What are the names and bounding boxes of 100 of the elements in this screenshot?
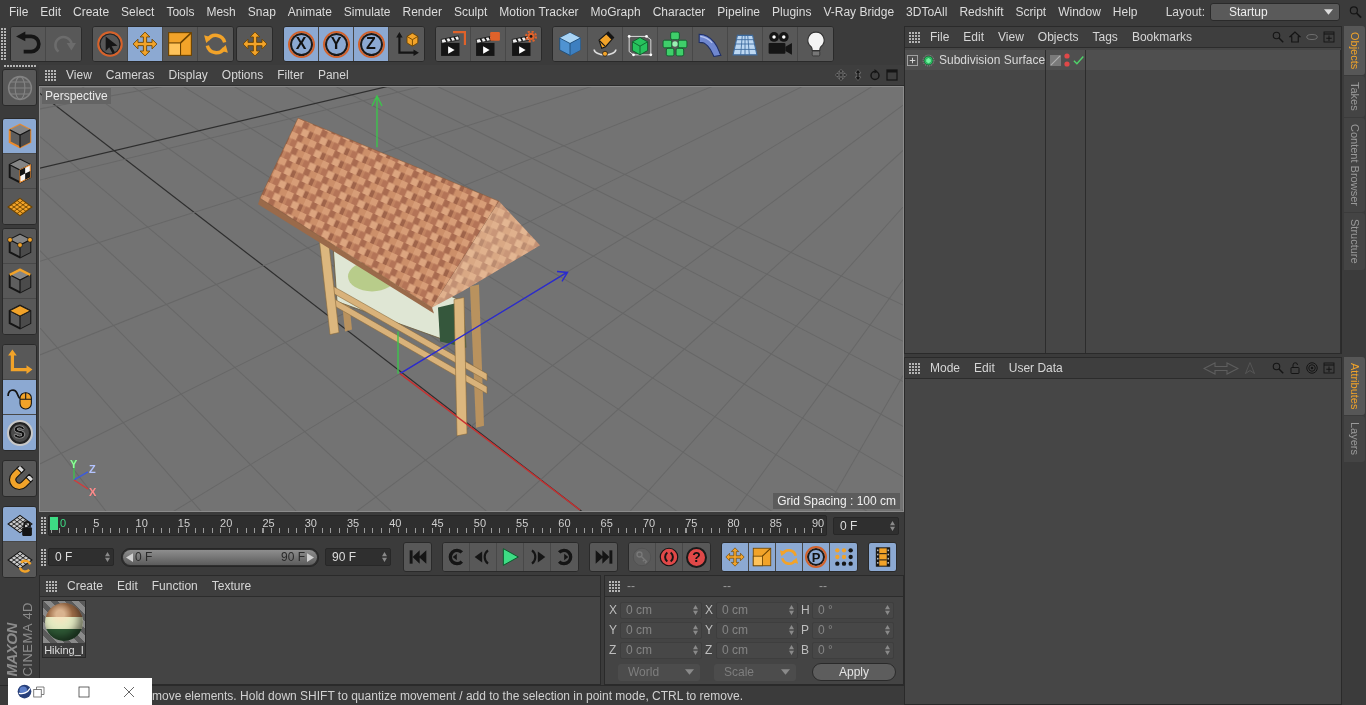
dot-grid-button[interactable] <box>830 543 857 571</box>
points-mode-button[interactable] <box>3 229 36 264</box>
menu-item[interactable]: 3DToAll <box>900 3 954 20</box>
app-sphere-icon[interactable] <box>17 684 32 699</box>
menu-item[interactable]: V-Ray Bridge <box>817 3 901 20</box>
menu-item[interactable]: Mesh <box>200 3 242 20</box>
menu-item[interactable]: Render <box>396 3 448 20</box>
menu-item[interactable]: Filter <box>270 68 311 82</box>
apply-button[interactable]: Apply <box>812 663 896 681</box>
select-button[interactable] <box>93 27 128 61</box>
object-row[interactable]: Subdivision Surface <box>905 50 1341 70</box>
tweak-mode-button[interactable] <box>3 380 36 415</box>
menu-item[interactable]: Motion Tracker <box>493 3 585 20</box>
menu-item[interactable]: Animate <box>281 3 338 20</box>
letter-circle-button[interactable]: Z <box>354 27 389 61</box>
spinner-arrows-icon[interactable] <box>890 520 895 531</box>
previous-key-button[interactable] <box>443 543 470 571</box>
menu-item[interactable]: Redshift <box>953 3 1010 20</box>
pan-icon[interactable] <box>835 69 847 81</box>
menu-item[interactable]: Mode <box>923 361 968 375</box>
menu-item[interactable]: Bookmarks <box>1124 30 1199 44</box>
close-icon[interactable] <box>123 685 135 698</box>
menu-item[interactable]: Edit <box>34 3 68 20</box>
spinner-arrows-icon[interactable] <box>105 552 110 562</box>
menu-item[interactable]: Edit <box>110 579 145 593</box>
menu-item[interactable]: Select <box>115 3 161 20</box>
letter-circle-button[interactable]: P <box>803 543 830 571</box>
playhead-marker[interactable] <box>50 517 58 530</box>
grip-icon[interactable] <box>3 65 36 69</box>
menu-item[interactable]: MoGraph <box>584 3 647 20</box>
side-tab[interactable]: Takes <box>1344 76 1365 118</box>
maximize-icon[interactable] <box>78 685 90 698</box>
scale-button[interactable] <box>749 543 776 571</box>
menu-item[interactable]: Plugins <box>766 3 818 20</box>
menu-item[interactable]: View <box>991 30 1031 44</box>
current-frame-field[interactable]: 0 F <box>833 516 899 535</box>
question-button[interactable]: ? <box>683 543 710 571</box>
grip-icon[interactable] <box>45 69 56 81</box>
menu-item[interactable]: Sculpt <box>447 3 494 20</box>
letter-circle-button[interactable]: Y <box>319 27 354 61</box>
slash-square-icon[interactable] <box>1050 54 1061 66</box>
menu-item[interactable]: View <box>59 68 99 82</box>
check-icon[interactable] <box>1073 54 1084 66</box>
menu-item[interactable]: Display <box>161 68 215 82</box>
grip-icon[interactable] <box>41 548 46 566</box>
menu-item[interactable]: Options <box>214 68 271 82</box>
timeline-ruler[interactable]: 0 5 10 15 20 25 30 35 40 45 50 55 60 65 70 75 80 85 90 <box>48 515 827 536</box>
grip-icon[interactable] <box>46 580 57 592</box>
menu-item[interactable]: Create <box>67 3 116 20</box>
menu-item[interactable]: Script <box>1009 3 1053 20</box>
go-to-start-button[interactable] <box>404 543 431 571</box>
side-tab[interactable]: Layers <box>1344 416 1365 462</box>
grip-icon[interactable] <box>609 580 620 592</box>
menu-item[interactable]: Edit <box>967 361 1002 375</box>
side-tab[interactable]: Content Browser <box>1344 118 1365 212</box>
side-tab[interactable]: Objects <box>1344 26 1365 76</box>
axis-mode-button[interactable] <box>3 345 36 380</box>
menu-item[interactable]: Character <box>646 3 712 20</box>
menu-item[interactable]: Objects <box>1030 30 1086 44</box>
menu-item[interactable]: File <box>3 3 35 20</box>
rotate-button[interactable] <box>776 543 803 571</box>
grip-icon[interactable] <box>41 517 46 534</box>
menu-item[interactable]: Help <box>1106 3 1144 20</box>
menu-item[interactable]: User Data <box>1001 361 1070 375</box>
menu-item[interactable]: Simulate <box>337 3 397 20</box>
side-tab[interactable]: Structure <box>1344 213 1365 270</box>
menu-item[interactable]: Tools <box>160 3 201 20</box>
menu-item[interactable]: Create <box>60 579 111 593</box>
render-view-button[interactable] <box>436 27 471 61</box>
triangle-left-icon[interactable] <box>126 552 133 562</box>
letter-circle-button[interactable]: X <box>284 27 319 61</box>
menu-item[interactable]: Panel <box>310 68 356 82</box>
go-to-end-button[interactable] <box>590 543 617 571</box>
move-button[interactable] <box>237 27 272 61</box>
move-button[interactable] <box>722 543 749 571</box>
spinner-arrows-icon[interactable] <box>382 552 387 562</box>
triangle-right-icon[interactable] <box>307 552 314 562</box>
menu-item[interactable]: Texture <box>204 579 259 593</box>
expand-plus-icon[interactable] <box>907 54 918 66</box>
grip-icon[interactable] <box>909 31 920 43</box>
menu-item[interactable]: Tags <box>1085 30 1125 44</box>
zoom-icon[interactable] <box>852 69 864 81</box>
timeline-button[interactable] <box>869 543 896 571</box>
grid-lock-button[interactable] <box>3 507 36 542</box>
undo-button[interactable] <box>11 27 46 61</box>
restore-icon[interactable] <box>33 685 45 698</box>
start-frame-field[interactable]: 0 F <box>48 548 114 566</box>
menu-item[interactable]: Cameras <box>98 68 162 82</box>
move-button[interactable] <box>128 27 163 61</box>
menu-item[interactable]: Pipeline <box>711 3 767 20</box>
menu-item[interactable]: File <box>923 30 957 44</box>
material-item[interactable]: Hiking_I <box>42 600 86 658</box>
layout-dropdown[interactable]: Startup <box>1210 2 1340 21</box>
end-frame-field[interactable]: 90 F <box>325 548 391 566</box>
cube-button[interactable] <box>553 27 588 61</box>
grip-icon[interactable] <box>1 28 6 60</box>
grip-icon[interactable] <box>909 362 920 374</box>
magnet-button[interactable] <box>3 461 36 496</box>
menu-item[interactable]: Edit <box>956 30 992 44</box>
side-tab[interactable]: Attributes <box>1344 357 1365 416</box>
